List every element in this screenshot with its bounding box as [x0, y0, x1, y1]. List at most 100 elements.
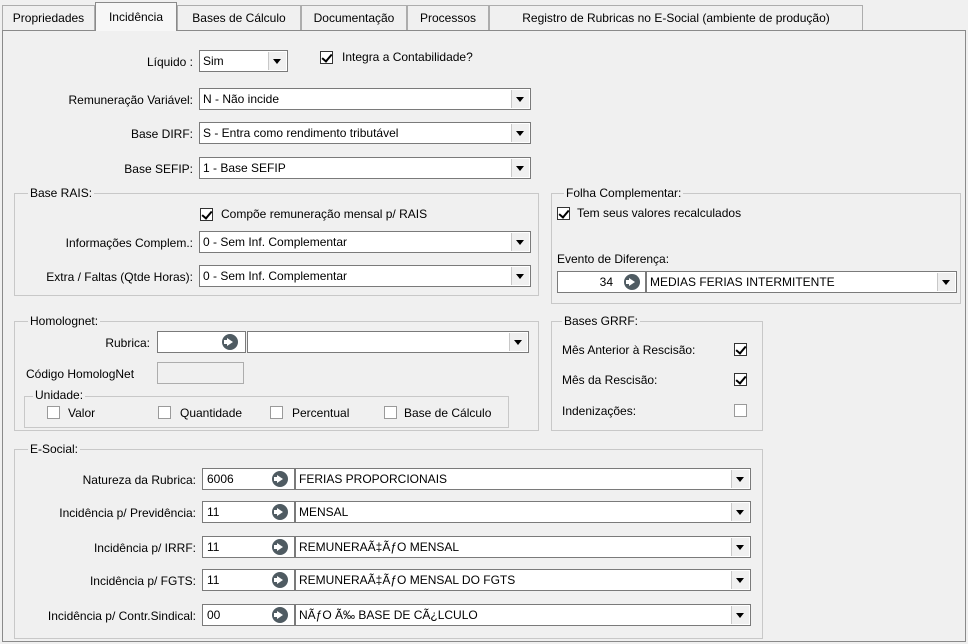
base-sefip-select[interactable]: 1 - Base SEFIP: [199, 157, 531, 179]
extra-faltas-value: 0 - Sem Inf. Complementar: [203, 269, 348, 283]
chevron-down-icon[interactable]: [268, 52, 286, 70]
tab-processos[interactable]: Processos: [407, 5, 489, 30]
remuneracao-variavel-select[interactable]: N - Não incide: [199, 88, 531, 110]
incidencia-previdencia-label: Incidência p/ Previdência:: [59, 506, 196, 520]
recalculados-label: Tem seus valores recalculados: [577, 206, 742, 220]
indenizacoes-checkbox[interactable]: [734, 404, 747, 417]
chevron-down-icon[interactable]: [511, 124, 529, 142]
percentual-checkbox[interactable]: [270, 406, 283, 419]
base-de-calculo-checkbox[interactable]: [384, 406, 397, 419]
quantidade-label: Quantidade: [180, 406, 243, 420]
lookup-arrow-icon[interactable]: [624, 274, 640, 290]
incidencia-contr-sindical-code-field[interactable]: 00: [202, 604, 295, 626]
evento-diferenca-select[interactable]: MEDIAS FERIAS INTERMITENTE: [646, 271, 957, 293]
valor-label: Valor: [68, 406, 96, 420]
incidencia-irrf-code-field[interactable]: 11: [202, 536, 295, 558]
chevron-down-icon[interactable]: [731, 606, 749, 624]
remuneracao-variavel-label: Remuneração Variável:: [68, 93, 193, 107]
compoe-rais-checkbox[interactable]: [200, 208, 213, 221]
rubrica-select[interactable]: [247, 331, 529, 353]
rubrica-code-field[interactable]: [157, 331, 246, 353]
incidencia-contr-sindical-select[interactable]: NÃƒO Ã‰ BASE DE CÃ¿LCULO: [295, 604, 751, 626]
mes-anterior-label: Mês Anterior à Rescisão:: [562, 343, 696, 357]
incidencia-previdencia-code: 11: [207, 505, 220, 519]
mes-rescisao-checkbox[interactable]: [734, 373, 747, 386]
rubrica-label: Rubrica:: [105, 336, 150, 350]
recalculados-checkbox[interactable]: [557, 207, 570, 220]
incidencia-irrf-select[interactable]: REMUNERAÃ‡ÃƒO MENSAL: [295, 536, 751, 558]
incidencia-fgts-code: 11: [207, 573, 220, 587]
bases-grrf-title: Bases GRRF:: [562, 314, 641, 328]
chevron-down-icon[interactable]: [511, 233, 529, 251]
evento-diferenca-code-field[interactable]: 34: [557, 271, 646, 293]
base-sefip-value: 1 - Base SEFIP: [203, 161, 286, 175]
natureza-rubrica-select[interactable]: FERIAS PROPORCIONAIS: [295, 468, 751, 490]
folha-complementar-title: Folha Complementar:: [564, 186, 684, 200]
integra-contabilidade-checkbox[interactable]: [320, 51, 333, 64]
natureza-rubrica-desc: FERIAS PROPORCIONAIS: [299, 472, 448, 486]
codigo-homolognet-label: Código HomologNet: [26, 367, 135, 381]
natureza-rubrica-label: Natureza da Rubrica:: [82, 473, 196, 487]
chevron-down-icon[interactable]: [511, 159, 529, 177]
chevron-down-icon[interactable]: [511, 90, 529, 108]
lookup-arrow-icon[interactable]: [222, 334, 238, 350]
mes-anterior-checkbox[interactable]: [734, 343, 747, 356]
tab-registro-esocial[interactable]: Registro de Rubricas no E-Social (ambien…: [489, 5, 863, 30]
incidencia-previdencia-code-field[interactable]: 11: [202, 501, 295, 523]
chevron-down-icon[interactable]: [509, 333, 527, 351]
base-de-calculo-label: Base de Cálculo: [404, 406, 492, 420]
evento-diferenca-label: Evento de Diferença:: [557, 252, 670, 266]
homolognet-title: Homolognet:: [28, 314, 101, 328]
base-dirf-select[interactable]: S - Entra como rendimento tributável: [199, 122, 531, 144]
incidencia-irrf-desc: REMUNERAÃ‡ÃƒO MENSAL: [299, 540, 460, 554]
integra-contabilidade-label: Integra a Contabilidade?: [342, 50, 473, 64]
base-dirf-label: Base DIRF:: [130, 127, 193, 141]
chevron-down-icon[interactable]: [937, 273, 955, 291]
percentual-label: Percentual: [292, 406, 350, 420]
extra-faltas-label: Extra / Faltas (Qtde Horas):: [46, 270, 193, 284]
compoe-rais-label: Compõe remuneração mensal p/ RAIS: [221, 207, 428, 221]
remuneracao-variavel-value: N - Não incide: [203, 92, 280, 106]
tab-bases-de-calculo[interactable]: Bases de Cálculo: [177, 5, 301, 30]
lookup-arrow-icon[interactable]: [272, 539, 288, 555]
valor-checkbox[interactable]: [47, 406, 60, 419]
incidencia-contr-sindical-label: Incidência p/ Contr.Sindical:: [47, 609, 196, 623]
incidencia-contr-sindical-desc: NÃƒO Ã‰ BASE DE CÃ¿LCULO: [299, 608, 478, 622]
chevron-down-icon[interactable]: [731, 470, 749, 488]
tab-incidencia[interactable]: Incidência: [95, 2, 177, 31]
mes-rescisao-label: Mês da Rescisão:: [562, 373, 658, 387]
base-sefip-label: Base SEFIP:: [124, 162, 193, 176]
lookup-arrow-icon[interactable]: [272, 471, 288, 487]
lookup-arrow-icon[interactable]: [272, 607, 288, 623]
lookup-arrow-icon[interactable]: [272, 572, 288, 588]
natureza-rubrica-code-field[interactable]: 6006: [202, 468, 295, 490]
chevron-down-icon[interactable]: [731, 538, 749, 556]
base-rais-title: Base RAIS:: [28, 186, 95, 200]
codigo-homolognet-field[interactable]: [157, 362, 244, 384]
liquido-label: Líquido :: [146, 55, 193, 69]
incidencia-previdencia-select[interactable]: MENSAL: [295, 501, 751, 523]
chevron-down-icon[interactable]: [511, 267, 529, 285]
liquido-select[interactable]: Sim: [199, 50, 288, 72]
incidencia-fgts-code-field[interactable]: 11: [202, 569, 295, 591]
chevron-down-icon[interactable]: [731, 571, 749, 589]
base-dirf-value: S - Entra como rendimento tributável: [203, 126, 399, 140]
tab-propriedades[interactable]: Propriedades: [2, 5, 95, 30]
chevron-down-icon[interactable]: [731, 503, 749, 521]
incidencia-fgts-select[interactable]: REMUNERAÃ‡ÃƒO MENSAL DO FGTS: [295, 569, 751, 591]
extra-faltas-select[interactable]: 0 - Sem Inf. Complementar: [199, 265, 531, 287]
incidencia-contr-sindical-code: 00: [207, 608, 221, 622]
esocial-title: E-Social:: [28, 442, 81, 456]
lookup-arrow-icon[interactable]: [272, 504, 288, 520]
natureza-rubrica-code: 6006: [207, 472, 234, 486]
incidencia-fgts-label: Incidência p/ FGTS:: [89, 574, 196, 588]
informacoes-complem-select[interactable]: 0 - Sem Inf. Complementar: [199, 231, 531, 253]
liquido-value: Sim: [203, 54, 224, 68]
evento-diferenca-desc: MEDIAS FERIAS INTERMITENTE: [650, 275, 835, 289]
tab-bar: Propriedades Incidência Bases de Cálculo…: [0, 0, 968, 31]
evento-diferenca-code: 34: [599, 275, 613, 289]
unidade-title: Unidade:: [33, 388, 86, 402]
quantidade-checkbox[interactable]: [158, 406, 171, 419]
tab-documentacao[interactable]: Documentação: [301, 5, 407, 30]
informacoes-complem-value: 0 - Sem Inf. Complementar: [203, 235, 348, 249]
